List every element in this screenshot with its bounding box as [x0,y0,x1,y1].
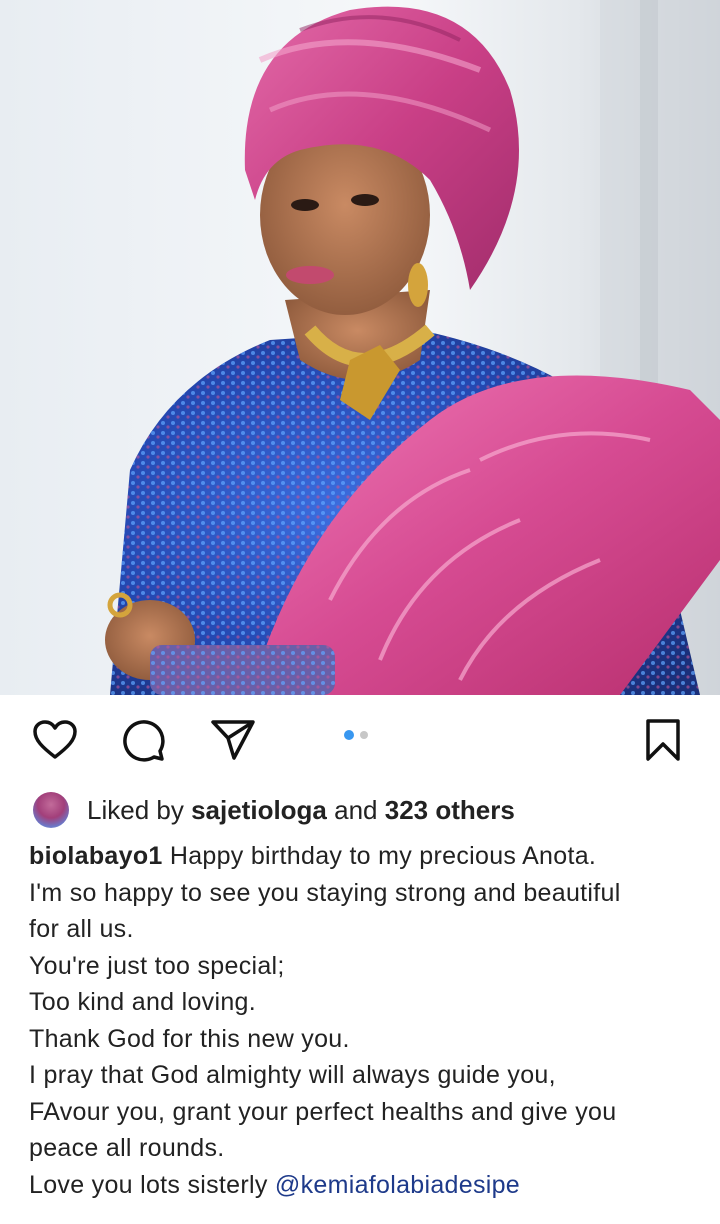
caption-text: Love you lots sisterly [29,1170,268,1199]
caption-mention[interactable]: @kemiafolabiadesipe [275,1171,520,1199]
caption-text: Happy birthday to my precious Anota. [169,842,597,870]
likes-text[interactable]: Liked by sajetiologa and 323 others [87,795,515,826]
liker-avatar[interactable] [33,792,69,828]
caption-line-8: FAvour you, grant your perfect healths a… [29,1097,617,1126]
bookmark-icon [646,719,680,761]
post-image[interactable] [0,0,720,695]
paper-plane-icon [211,720,255,760]
caption-line-6: Thank God for this new you. [29,1024,350,1053]
liker-username[interactable]: sajetiologa [191,795,327,825]
likes-others[interactable]: 323 others [385,795,515,825]
post-caption: biolabayo1 Happy birthday to my precious… [29,838,699,1203]
portrait-illustration [0,0,720,695]
caption-line-1: biolabayo1 Happy birthday to my precious… [29,838,699,875]
caption-line-2: I'm so happy to see you staying strong a… [29,878,621,907]
caption-line-4: You're just too special; [29,951,285,980]
caption-line-3: for all us. [29,915,134,943]
likes-prefix: Liked by [87,794,184,825]
caption-line-10: Love you lots sisterly @kemiafolabiadesi… [29,1167,699,1204]
caption-line-7: I pray that God almighty will always gui… [29,1061,556,1089]
carousel-dot [360,731,368,739]
post-actions-bar [0,695,720,787]
caption-line-9: peace all rounds. [29,1134,225,1162]
caption-line-5: Too kind and loving. [29,988,256,1016]
like-button[interactable] [30,715,80,765]
share-button[interactable] [208,715,258,765]
save-button[interactable] [638,715,688,765]
likes-row: Liked by sajetiologa and 323 others [0,790,720,830]
comment-button[interactable] [118,715,168,765]
comment-icon [123,720,165,762]
carousel-dot-active [344,730,354,740]
heart-icon [33,720,77,759]
caption-username[interactable]: biolabayo1 [29,842,163,870]
carousel-indicator [344,730,368,740]
likes-and: and [334,794,378,825]
